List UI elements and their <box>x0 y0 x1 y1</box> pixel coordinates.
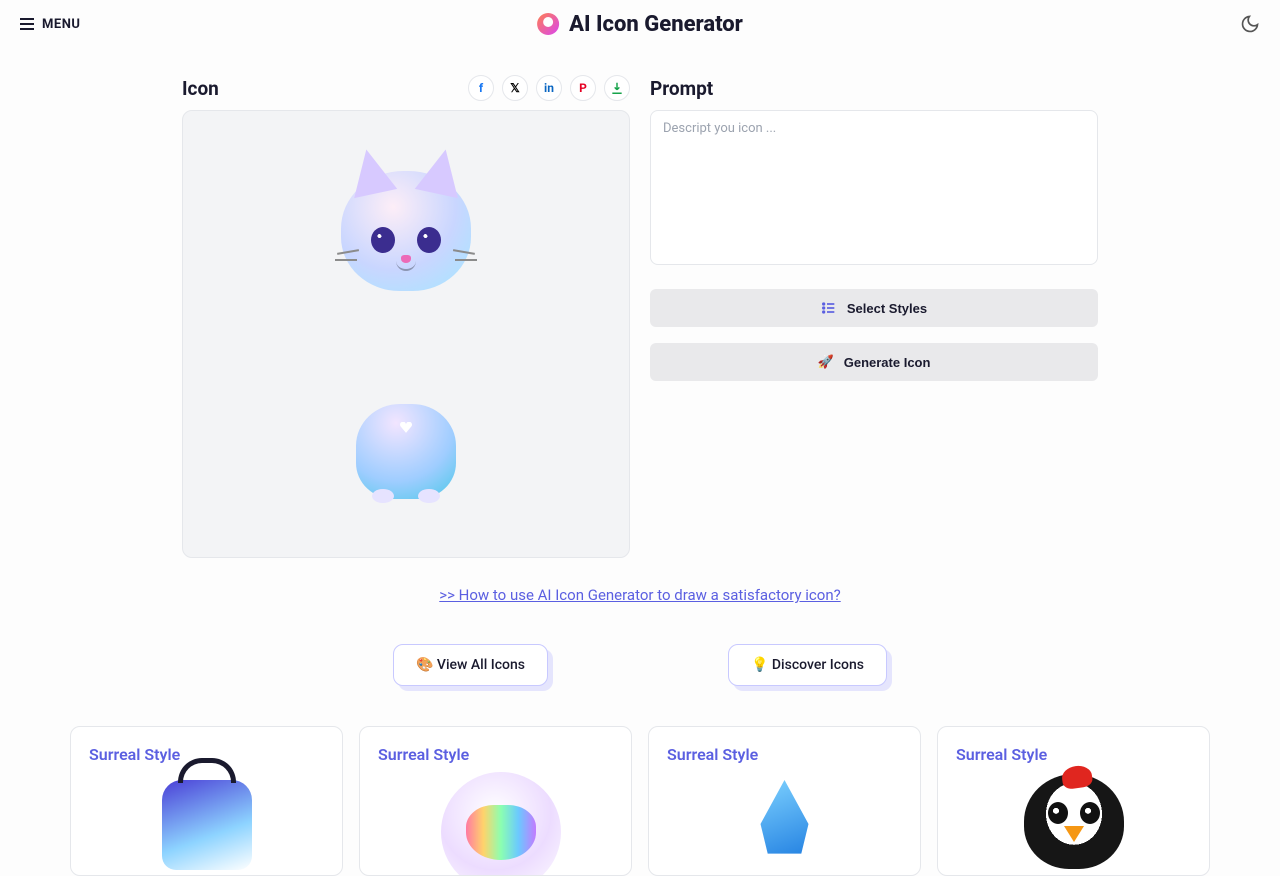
gallery-card-title: Surreal Style <box>956 745 1191 764</box>
gallery-card-title: Surreal Style <box>667 745 902 764</box>
share-row: f 𝕏 in P <box>468 75 630 101</box>
generate-label: Generate Icon <box>844 355 931 370</box>
icon-heading: Icon <box>182 77 219 100</box>
facebook-icon: f <box>479 81 483 95</box>
app-logo-icon <box>537 13 559 35</box>
gallery-card[interactable]: Surreal Style <box>648 726 921 876</box>
style-gallery: Surreal Style Surreal Style Surreal Styl… <box>70 726 1210 876</box>
gallery-card[interactable]: Surreal Style <box>937 726 1210 876</box>
theme-toggle-button[interactable] <box>1240 14 1260 34</box>
rocket-icon: 🚀 <box>818 354 834 370</box>
discover-icons-button[interactable]: 💡 Discover Icons <box>728 644 887 686</box>
gallery-card-title: Surreal Style <box>378 745 613 764</box>
hamburger-icon <box>20 18 34 30</box>
linkedin-icon: in <box>544 81 554 95</box>
share-linkedin-button[interactable]: in <box>536 75 562 101</box>
prompt-column-header: Prompt <box>650 72 1098 104</box>
select-styles-button[interactable]: Select Styles <box>650 289 1098 327</box>
icon-preview <box>182 110 630 558</box>
app-title: AI Icon Generator <box>569 12 743 37</box>
main-panel: Icon f 𝕏 in P <box>182 72 1098 686</box>
icon-column: Icon f 𝕏 in P <box>182 72 630 558</box>
gallery-thumb-brain <box>441 772 551 862</box>
title-wrap: AI Icon Generator <box>537 12 743 37</box>
share-facebook-button[interactable]: f <box>468 75 494 101</box>
icon-column-header: Icon f 𝕏 in P <box>182 72 630 104</box>
share-twitter-button[interactable]: 𝕏 <box>502 75 528 101</box>
share-pinterest-button[interactable]: P <box>570 75 596 101</box>
select-styles-label: Select Styles <box>847 301 927 316</box>
download-button[interactable] <box>604 75 630 101</box>
gallery-thumb-drop <box>730 780 840 870</box>
editor-row: Icon f 𝕏 in P <box>182 72 1098 558</box>
menu-button[interactable]: MENU <box>20 17 80 32</box>
pinterest-icon: P <box>579 81 587 95</box>
gallery-thumb-penguin <box>1019 774 1129 864</box>
gallery-card[interactable]: Surreal Style <box>70 726 343 876</box>
app-header: MENU AI Icon Generator <box>0 0 1280 48</box>
prompt-input[interactable] <box>650 110 1098 265</box>
generate-icon-button[interactable]: 🚀 Generate Icon <box>650 343 1098 381</box>
gallery-card[interactable]: Surreal Style <box>359 726 632 876</box>
pill-row: 🎨 View All Icons 💡 Discover Icons <box>182 644 1098 686</box>
prompt-heading: Prompt <box>650 77 713 100</box>
gallery-thumb-backpack <box>152 780 262 870</box>
x-icon: 𝕏 <box>510 81 520 95</box>
view-all-icons-button[interactable]: 🎨 View All Icons <box>393 644 548 686</box>
moon-icon <box>1240 14 1260 34</box>
list-icon <box>821 300 837 316</box>
preview-cat-illustration <box>250 151 562 517</box>
howto-link[interactable]: >> How to use AI Icon Generator to draw … <box>182 586 1098 604</box>
prompt-column: Prompt Select Styles 🚀 Generate Icon <box>650 72 1098 558</box>
menu-label: MENU <box>42 17 80 32</box>
download-icon <box>610 81 624 95</box>
